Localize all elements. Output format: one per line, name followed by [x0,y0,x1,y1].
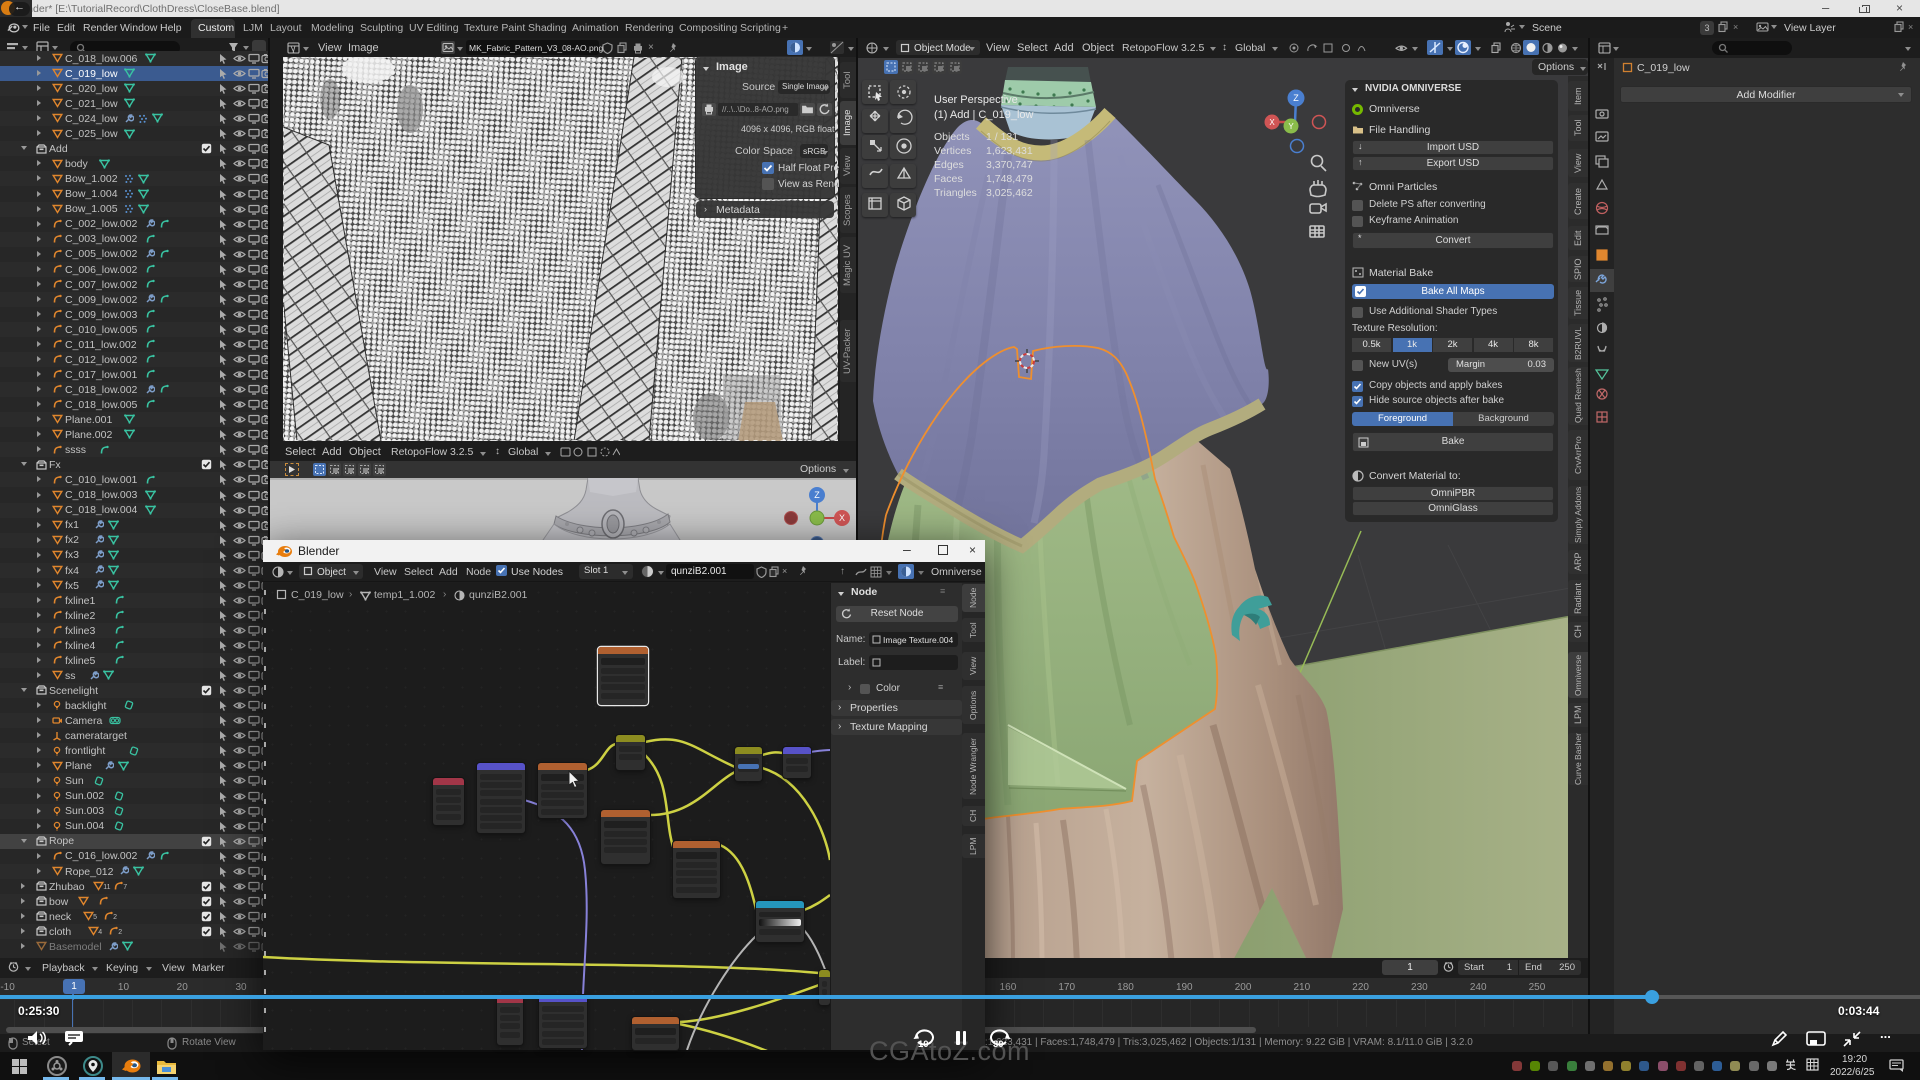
svg-text:Edges: Edges [934,159,964,171]
svg-text:X: X [839,513,845,523]
svg-text:X: X [1269,118,1275,127]
svg-text:3,025,462: 3,025,462 [986,187,1033,199]
svg-text:3,370,747: 3,370,747 [986,159,1033,171]
svg-text:User Perspective: User Perspective [934,94,1018,106]
svg-text:1,748,479: 1,748,479 [986,173,1033,185]
svg-text:Faces: Faces [934,173,963,185]
svg-text:Z: Z [814,490,820,500]
svg-text:30: 30 [993,1039,1004,1049]
svg-text:Objects: Objects [934,131,970,143]
svg-text:10: 10 [918,1039,929,1049]
svg-text:1 / 131: 1 / 131 [986,131,1018,143]
svg-text:(1) Add | C_019_low: (1) Add | C_019_low [934,109,1034,121]
svg-text:Z: Z [1293,93,1299,103]
svg-text:Vertices: Vertices [934,145,971,157]
svg-text:Y: Y [1288,122,1294,131]
svg-text:1,623,431: 1,623,431 [986,145,1033,157]
svg-text:Triangles: Triangles [934,187,977,199]
